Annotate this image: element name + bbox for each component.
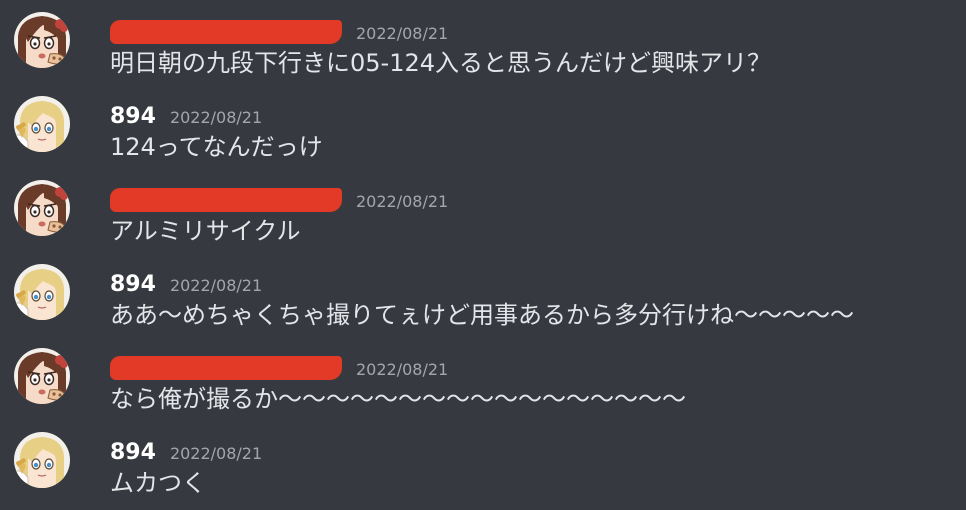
- message-username[interactable]: 894: [110, 440, 156, 466]
- message-header: 2022/08/21: [110, 348, 448, 382]
- message-timestamp: 2022/08/21: [356, 192, 449, 211]
- brown-hair-girl-avatar[interactable]: [14, 348, 70, 404]
- message-timestamp: 2022/08/21: [169, 276, 263, 295]
- message-item[interactable]: 894 2022/08/21 ムカつく: [0, 420, 966, 504]
- message-item[interactable]: 894 2022/08/21 ああ〜めちゃくちゃ撮りてぇけど用事あるから多分行け…: [0, 252, 966, 336]
- message-header: 2022/08/21: [110, 12, 448, 46]
- redacted-username: [110, 188, 342, 212]
- message-header: 894 2022/08/21: [110, 432, 262, 466]
- message-text: アルミリサイクル: [110, 217, 301, 245]
- message-header: 894 2022/08/21: [110, 96, 262, 130]
- message-username[interactable]: 894: [110, 272, 156, 298]
- message-item[interactable]: 894 2022/08/21 124ってなんだっけ: [0, 84, 966, 168]
- message-text: 明日朝の九段下行きに05-124入ると思うんだけど興味アリ？: [110, 49, 772, 77]
- message-text: ムカつく: [110, 469, 206, 497]
- message-timestamp: 2022/08/21: [169, 444, 263, 463]
- message-text: ああ〜めちゃくちゃ撮りてぇけど用事あるから多分行けね〜〜〜〜〜: [110, 301, 854, 329]
- message-item[interactable]: 2022/08/21 明日朝の九段下行きに05-124入ると思うんだけど興味アリ…: [0, 0, 966, 84]
- redacted-username: [110, 20, 342, 44]
- message-text: なら俺が撮るか〜〜〜〜〜〜〜〜〜〜〜〜〜〜〜〜〜: [110, 385, 686, 413]
- blonde-girl-avatar[interactable]: [14, 96, 70, 152]
- message-item[interactable]: 2022/08/21 アルミリサイクル: [0, 168, 966, 252]
- blonde-girl-avatar[interactable]: [14, 432, 70, 488]
- message-header: 2022/08/21: [110, 180, 448, 214]
- message-item[interactable]: 2022/08/21 なら俺が撮るか〜〜〜〜〜〜〜〜〜〜〜〜〜〜〜〜〜: [0, 336, 966, 420]
- message-header: 894 2022/08/21: [110, 264, 262, 298]
- blonde-girl-avatar[interactable]: [14, 264, 70, 320]
- brown-hair-girl-avatar[interactable]: [14, 180, 70, 236]
- brown-hair-girl-avatar[interactable]: [14, 12, 70, 68]
- message-text: 124ってなんだっけ: [110, 133, 323, 161]
- message-timestamp: 2022/08/21: [169, 108, 263, 127]
- message-timestamp: 2022/08/21: [356, 360, 449, 379]
- message-username[interactable]: 894: [110, 104, 156, 130]
- redacted-username: [110, 356, 342, 380]
- message-timestamp: 2022/08/21: [356, 24, 449, 43]
- chat-message-list: 2022/08/21 明日朝の九段下行きに05-124入ると思うんだけど興味アリ…: [0, 0, 966, 510]
